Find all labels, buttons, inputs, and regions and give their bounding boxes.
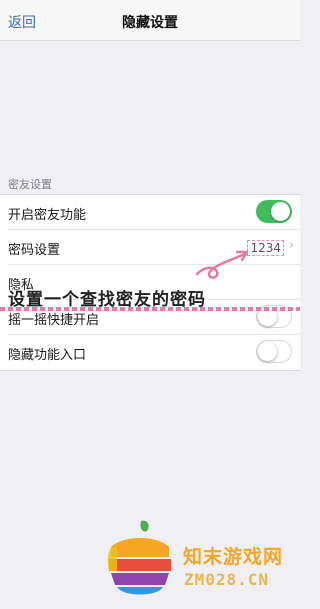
- annotation-underline: [0, 307, 300, 311]
- hide-entry-toggle[interactable]: [256, 340, 292, 363]
- settings-list: 开启密友功能 密码设置 1234 › 隐私 摇一摇快捷开启 隐藏功能入口: [0, 194, 300, 371]
- navigation-bar: 返回 隐藏设置: [0, 0, 300, 41]
- page-title: 隐藏设置: [122, 15, 178, 31]
- setting-label: 密码设置: [8, 243, 61, 258]
- annotation-arrow-icon: [195, 250, 249, 279]
- watermark-domain: ZM028.CN: [184, 570, 270, 589]
- setting-label: 开启密友功能: [8, 208, 87, 223]
- setting-row-hide-entry[interactable]: 隐藏功能入口: [8, 335, 300, 370]
- toggle-knob: [271, 202, 290, 221]
- chevron-right-icon: ›: [288, 238, 294, 253]
- setting-row-password[interactable]: 密码设置 1234 ›: [8, 230, 300, 265]
- setting-row-enable-friend[interactable]: 开启密友功能: [8, 195, 300, 230]
- apple-logo-icon: [107, 520, 171, 595]
- setting-label: 隐藏功能入口: [8, 348, 87, 363]
- enable-friend-toggle[interactable]: [256, 200, 292, 223]
- watermark-name: 知末游戏网: [183, 546, 284, 568]
- toggle-knob: [258, 342, 277, 361]
- section-header: 密友设置: [8, 178, 52, 191]
- setting-label: 摇一摇快捷开启: [8, 313, 100, 328]
